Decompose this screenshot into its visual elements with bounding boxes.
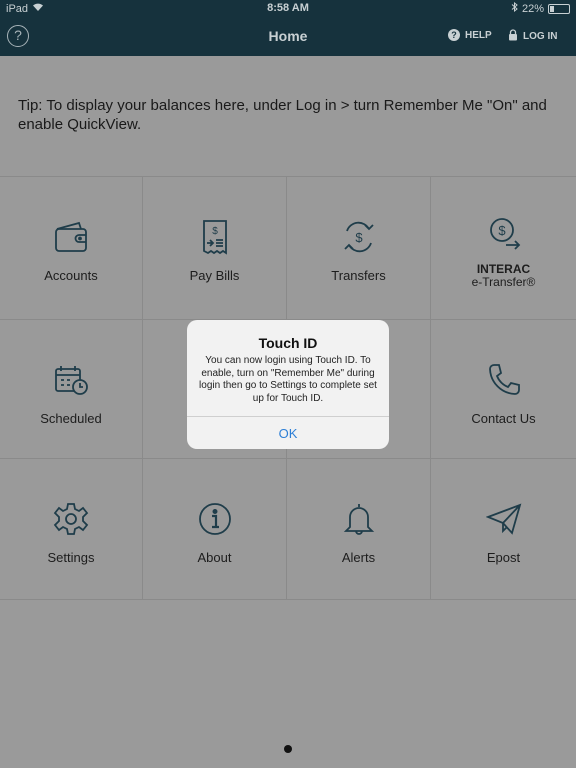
tile-label: Settings: [47, 550, 95, 565]
status-right: 22%: [511, 1, 570, 15]
tile-contact-us[interactable]: Contact Us: [431, 320, 576, 459]
help-button[interactable]: ? HELP: [448, 29, 492, 41]
bill-receipt-icon: $: [143, 219, 286, 255]
alert-message: You can now login using Touch ID. To ena…: [199, 355, 377, 404]
status-time: 8:58 AM: [267, 2, 309, 14]
quickview-tip: Tip: To display your balances here, unde…: [0, 56, 576, 176]
tile-label: Accounts: [44, 268, 98, 283]
tile-interac-e-transfer[interactable]: $ INTERAC e-Transfer®: [431, 177, 576, 320]
page-indicator-dot: [284, 745, 292, 753]
question-icon: ?: [448, 29, 460, 41]
tile-label: Scheduled: [40, 411, 102, 426]
transfer-arrows-icon: $: [287, 219, 430, 255]
svg-text:$: $: [498, 223, 506, 238]
login-button[interactable]: LOG IN: [508, 29, 557, 44]
battery-icon: [548, 3, 570, 14]
tile-epost[interactable]: Epost: [431, 459, 576, 600]
tile-label: Epost: [486, 550, 521, 565]
tile-label: Pay Bills: [189, 268, 240, 283]
login-label: LOG IN: [523, 31, 558, 42]
gear-icon: [0, 501, 142, 537]
bluetooth-icon: [511, 1, 518, 15]
bell-icon: [287, 501, 430, 537]
svg-text:$: $: [355, 230, 363, 245]
help-label: HELP: [465, 29, 492, 41]
alert-title: Touch ID: [258, 335, 318, 351]
tile-settings[interactable]: Settings: [0, 459, 143, 600]
tile-transfers[interactable]: $ Transfers: [287, 177, 431, 320]
paper-plane-icon: [431, 501, 576, 537]
calendar-clock-icon: [0, 362, 142, 398]
status-bar: iPad 8:58 AM 22%: [0, 0, 576, 18]
nav-bar: ? Home ? HELP LOG IN: [0, 18, 576, 56]
tile-scheduled[interactable]: Scheduled: [0, 320, 143, 459]
e-transfer-icon: $: [431, 215, 576, 251]
phone-icon: [431, 362, 576, 398]
tile-about[interactable]: About: [143, 459, 287, 600]
tile-label: Alerts: [341, 550, 376, 565]
tile-pay-bills[interactable]: $ Pay Bills: [143, 177, 287, 320]
tile-alerts[interactable]: Alerts: [287, 459, 431, 600]
info-icon: [143, 501, 286, 537]
lock-icon: [508, 29, 518, 44]
tile-label: Transfers: [331, 268, 386, 283]
touch-id-alert: Touch ID You can now login using Touch I…: [187, 320, 389, 449]
tile-label: About: [197, 550, 232, 565]
tile-accounts[interactable]: Accounts: [0, 177, 143, 320]
ok-button[interactable]: OK: [187, 416, 389, 449]
battery-percent: 22%: [521, 2, 544, 15]
svg-text:$: $: [212, 226, 218, 237]
wallet-icon: [0, 219, 142, 255]
tile-label-line2: e-Transfer®: [471, 275, 536, 289]
tile-label: Contact Us: [471, 411, 536, 426]
